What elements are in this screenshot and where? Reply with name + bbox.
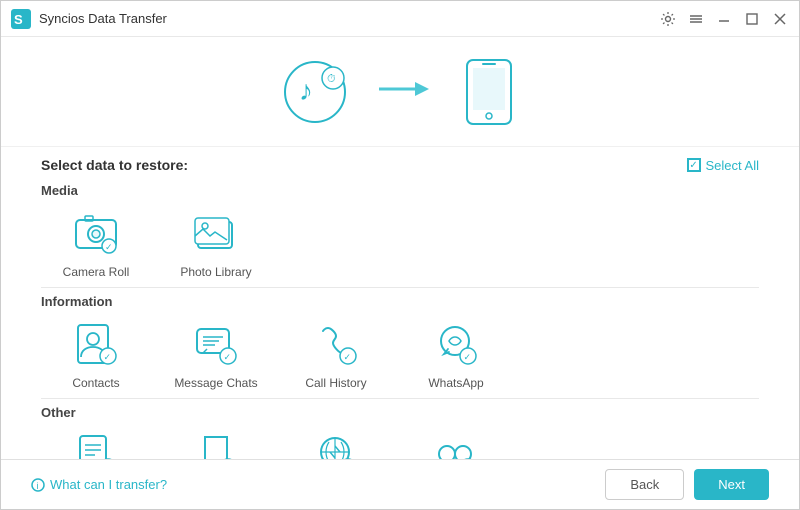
- divider-2: [41, 398, 759, 399]
- close-icon[interactable]: [771, 10, 789, 28]
- what-transfer-label: What can I transfer?: [50, 477, 167, 492]
- select-header: Select data to restore: ✓ Select All: [41, 157, 759, 173]
- svg-text:✓: ✓: [104, 352, 112, 362]
- item-bookmarks[interactable]: ✓ Bookmarks: [161, 428, 271, 459]
- photo-library-icon: [189, 206, 243, 260]
- media-items-row: ✓ Camera Roll Photo Library: [41, 206, 759, 279]
- category-media-label: Media: [41, 183, 759, 198]
- source-device-icon: ♪ ⏱: [281, 58, 349, 126]
- transfer-header: ♪ ⏱: [1, 37, 799, 147]
- what-transfer-link[interactable]: i What can I transfer?: [31, 477, 167, 492]
- whatsapp-label: WhatsApp: [428, 376, 483, 390]
- svg-text:✓: ✓: [344, 352, 352, 362]
- target-device: [459, 58, 519, 126]
- voice-mail-icon: ✓: [429, 428, 483, 459]
- bottom-buttons: Back Next: [605, 469, 769, 500]
- item-voice-mail[interactable]: ✓ Voice Mail: [401, 428, 511, 459]
- target-device-icon: [459, 58, 519, 126]
- info-icon: i: [31, 478, 45, 492]
- message-chats-icon: ✓: [189, 317, 243, 371]
- category-other-label: Other: [41, 405, 759, 420]
- contacts-icon: ✓: [69, 317, 123, 371]
- information-items-row: ✓ Contacts ✓: [41, 317, 759, 390]
- main-window: S Syncios Data Transfer: [0, 0, 800, 510]
- window-controls: [659, 10, 789, 28]
- camera-roll-label: Camera Roll: [63, 265, 130, 279]
- message-chats-label: Message Chats: [174, 376, 257, 390]
- app-logo: S: [11, 9, 31, 29]
- window-title: Syncios Data Transfer: [39, 11, 659, 26]
- item-safari-history[interactable]: ✓ Safari History: [281, 428, 391, 459]
- call-history-label: Call History: [305, 376, 366, 390]
- item-whatsapp[interactable]: ✓ WhatsApp: [401, 317, 511, 390]
- titlebar: S Syncios Data Transfer: [1, 1, 799, 37]
- whatsapp-icon: ✓: [429, 317, 483, 371]
- select-all-button[interactable]: ✓ Select All: [687, 158, 759, 173]
- menu-icon[interactable]: [687, 10, 705, 28]
- transfer-arrow: [379, 74, 429, 109]
- item-camera-roll[interactable]: ✓ Camera Roll: [41, 206, 151, 279]
- call-history-icon: ✓: [309, 317, 363, 371]
- svg-text:S: S: [14, 12, 23, 27]
- select-all-label: Select All: [706, 158, 759, 173]
- svg-text:i: i: [37, 481, 39, 491]
- svg-text:✓: ✓: [105, 242, 113, 252]
- safari-history-icon: ✓: [309, 428, 363, 459]
- select-title: Select data to restore:: [41, 157, 188, 173]
- other-items-row: ✓ Notes ✓ Bookmarks: [41, 428, 759, 459]
- source-device: ♪ ⏱: [281, 58, 349, 126]
- select-all-checkbox[interactable]: ✓: [687, 158, 701, 172]
- main-content: Select data to restore: ✓ Select All Med…: [1, 147, 799, 459]
- item-contacts[interactable]: ✓ Contacts: [41, 317, 151, 390]
- svg-text:✓: ✓: [464, 352, 472, 362]
- svg-text:⏱: ⏱: [327, 73, 336, 85]
- item-message-chats[interactable]: ✓ Message Chats: [161, 317, 271, 390]
- maximize-icon[interactable]: [743, 10, 761, 28]
- svg-text:✓: ✓: [224, 352, 232, 362]
- notes-icon: ✓: [69, 428, 123, 459]
- camera-roll-icon: ✓: [69, 206, 123, 260]
- category-information-label: Information: [41, 294, 759, 309]
- item-notes[interactable]: ✓ Notes: [41, 428, 151, 459]
- item-call-history[interactable]: ✓ Call History: [281, 317, 391, 390]
- next-button[interactable]: Next: [694, 469, 769, 500]
- arrow-icon: [379, 74, 429, 104]
- item-photo-library[interactable]: Photo Library: [161, 206, 271, 279]
- divider-1: [41, 287, 759, 288]
- bottom-bar: i What can I transfer? Back Next: [1, 459, 799, 509]
- svg-text:♪: ♪: [299, 75, 313, 106]
- settings-icon[interactable]: [659, 10, 677, 28]
- back-button[interactable]: Back: [605, 469, 684, 500]
- contacts-label: Contacts: [72, 376, 119, 390]
- photo-library-label: Photo Library: [180, 265, 251, 279]
- bookmarks-icon: ✓: [189, 428, 243, 459]
- minimize-icon[interactable]: [715, 10, 733, 28]
